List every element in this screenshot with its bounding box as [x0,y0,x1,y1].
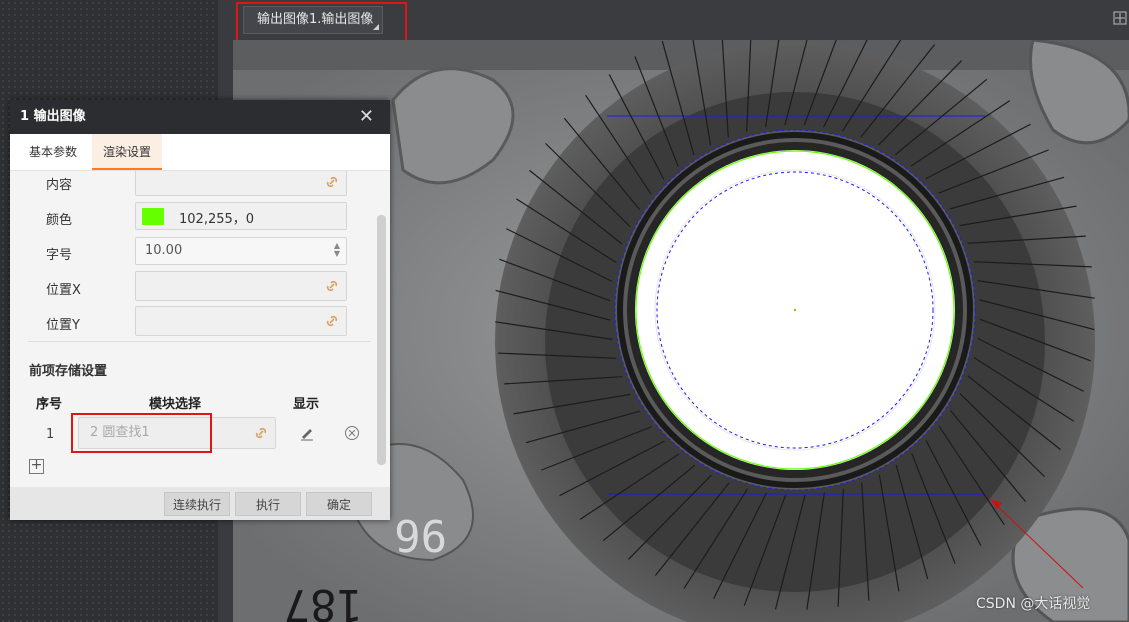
tab-basic-params[interactable]: 基本参数 [18,134,88,169]
watermark: CSDN @大话视觉 [976,596,1091,612]
section-divider [28,341,371,342]
dialog-footer: 连续执行 执行 确定 [10,487,390,520]
dialog-title: 1 输出图像 [20,109,86,124]
fit-view-icon[interactable] [1113,11,1127,25]
link-icon[interactable] [324,313,340,329]
content-field[interactable] [135,171,347,196]
color-label: 颜色 [46,213,73,228]
stamped-digits-lower: 96 [394,509,447,560]
col-header-display: 显示 [293,397,320,412]
edit-pencil-icon[interactable] [299,425,315,441]
pos-y-label: 位置Y [46,318,80,333]
font-size-stepper[interactable]: 10.00 ▲ ▼ [135,237,347,265]
link-icon[interactable] [324,278,340,294]
dialog-titlebar: 1 输出图像 ✕ [10,100,390,134]
delete-circle-icon[interactable] [344,425,360,441]
storage-section-title: 前项存储设置 [29,364,108,379]
pos-x-field[interactable] [135,271,347,301]
color-swatch[interactable] [142,208,164,225]
pos-y-field[interactable] [135,306,347,336]
continuous-run-button[interactable]: 连续执行 [164,492,230,516]
col-header-module: 模块选择 [149,397,202,412]
stepper-arrows-icon[interactable]: ▲ ▼ [334,242,340,258]
tab-render-settings[interactable]: 渲染设置 [92,134,163,170]
output-image-dialog: 1 输出图像 ✕ 基本参数 渲染设置 内容 颜色 102,255，0 字号 10… [10,100,390,520]
dialog-tabs: 基本参数 渲染设置 [10,134,390,171]
color-value: 102,255，0 [179,212,255,227]
confirm-button[interactable]: 确定 [306,492,372,516]
font-size-value: 10.00 [145,243,183,258]
highlight-box-module-select [71,413,212,453]
row-index: 1 [46,427,55,442]
link-icon[interactable] [324,174,340,190]
link-icon[interactable] [253,425,269,441]
run-button[interactable]: 执行 [235,492,301,516]
dialog-scrollbar[interactable] [377,215,386,465]
close-icon[interactable]: ✕ [359,100,374,134]
content-label: 内容 [46,178,73,193]
pos-x-label: 位置X [46,283,81,298]
color-field[interactable]: 102,255，0 [135,202,347,230]
stamped-digits-bottom: 187 [284,579,363,622]
col-header-index: 序号 [36,397,63,412]
add-row-button[interactable]: + [29,458,44,474]
font-size-label: 字号 [46,248,73,263]
